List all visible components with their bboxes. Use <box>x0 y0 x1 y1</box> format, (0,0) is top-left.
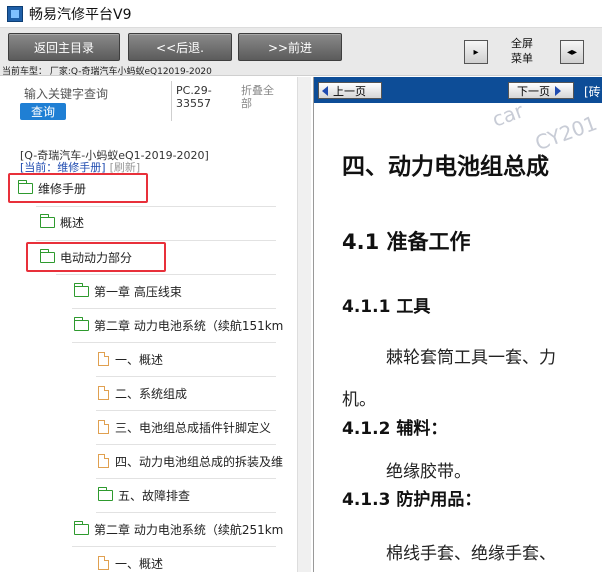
app-icon <box>7 5 23 22</box>
divider <box>96 444 276 445</box>
tree-item-label: 第二章 动力电池系统（续航151km <box>94 318 284 333</box>
arrow-right-icon <box>555 85 561 96</box>
tree-item-label: 五、故障排查 <box>118 488 191 503</box>
arrow-left-icon <box>322 85 328 96</box>
tree-item-label: 四、动力电池组总成的拆装及维 <box>115 454 284 469</box>
document-icon <box>98 352 109 366</box>
divider <box>56 274 276 275</box>
sub-heading-tools: 4.1.1 工具 <box>342 297 431 317</box>
tree-item-label: 一、概述 <box>115 556 164 571</box>
back-to-main-button[interactable]: 返回主目录 <box>8 33 120 61</box>
document-icon <box>98 556 109 570</box>
tree-item-label: 概述 <box>60 215 85 230</box>
divider <box>96 376 276 377</box>
current-car-model: 当前车型： 厂家:Q-奇瑞汽车小蚂蚁eQ12019-2020 <box>2 67 212 77</box>
paragraph: 棉线手套、绝缘手套、 <box>386 544 556 564</box>
toolbar: 返回主目录 <<后退. >>前进 ▸ 全屏 菜单 ◂▸ 当前车型： 厂家:Q-奇… <box>0 28 602 77</box>
window-title: 畅易汽修平台V9 <box>29 6 132 23</box>
paragraph: 机。 <box>342 390 376 410</box>
highlight-box <box>8 173 148 203</box>
folder-icon <box>40 213 55 228</box>
divider <box>96 478 276 479</box>
fold-all-button[interactable]: 折叠全部 <box>241 84 281 110</box>
folder-icon <box>74 520 89 535</box>
document-icon <box>98 420 109 434</box>
divider <box>72 546 276 547</box>
document-viewer: 上一页 下一页 [砖 car CY201 四、动力电池组总成 4.1 准备工作 … <box>313 77 602 572</box>
tree-item-doc-pin[interactable]: 三、电池组总成插件针脚定义 <box>98 416 271 438</box>
tree-item-label: 三、电池组总成插件针脚定义 <box>115 420 272 435</box>
left-panel: 输入关键字查询 查询 PC.29-33557 折叠全部 [Q-奇瑞汽车-小蚂蚁e… <box>0 77 296 572</box>
tree-item-chapter1[interactable]: 第一章 高压线束 <box>74 280 182 302</box>
tree-item-doc-overview[interactable]: 一、概述 <box>98 348 163 370</box>
divider <box>36 240 276 241</box>
highlight-box <box>26 242 166 272</box>
next-page-button[interactable]: 下一页 <box>508 82 574 99</box>
tree-item-doc-removal[interactable]: 四、动力电池组总成的拆装及维 <box>98 450 283 472</box>
query-button[interactable]: 查询 <box>20 103 66 120</box>
expand-split-icon[interactable]: ◂▸ <box>560 40 584 64</box>
document-icon <box>98 454 109 468</box>
divider <box>171 81 172 121</box>
collapse-panel-icon[interactable]: ▸ <box>464 40 488 64</box>
tree-item-doc-overview-2[interactable]: 一、概述 <box>98 552 163 572</box>
fullscreen-label-line1: 全屏 <box>511 37 533 50</box>
tree-item-label: 第二章 动力电池系统（续航251km <box>94 522 284 537</box>
divider <box>72 342 276 343</box>
history-forward-button[interactable]: >>前进 <box>238 33 342 61</box>
page-nav-bar: 上一页 下一页 [砖 <box>314 77 602 103</box>
title-bar: 畅易汽修平台V9 <box>0 0 602 28</box>
paragraph: 棘轮套筒工具一套、力 <box>386 348 556 368</box>
search-input[interactable]: 输入关键字查询 <box>24 85 108 102</box>
divider <box>72 308 276 309</box>
fullscreen-label-line2: 菜单 <box>511 52 533 65</box>
folder-icon <box>98 486 113 501</box>
sub-heading-materials: 4.1.2 辅料： <box>342 419 448 439</box>
tree-item-label: 第一章 高压线束 <box>94 284 182 299</box>
fullscreen-menu-label[interactable]: 全屏 菜单 <box>500 36 544 66</box>
subsection-heading: 4.1 准备工作 <box>342 230 471 254</box>
folder-icon <box>74 316 89 331</box>
tree-item-overview[interactable]: 概述 <box>40 211 84 233</box>
paragraph: 绝缘胶带。 <box>386 462 471 482</box>
next-page-label: 下一页 <box>517 84 550 98</box>
divider <box>36 206 276 207</box>
tree-item-chapter2-251[interactable]: 第二章 动力电池系统（续航251km <box>74 518 283 540</box>
history-back-button[interactable]: <<后退. <box>128 33 232 61</box>
section-heading: 四、动力电池组总成 <box>342 153 549 180</box>
pc-code: PC.29-33557 <box>176 84 212 110</box>
prev-page-button[interactable]: 上一页 <box>318 82 382 99</box>
left-scrollbar[interactable] <box>297 77 311 572</box>
search-area: 输入关键字查询 查询 PC.29-33557 折叠全部 <box>0 77 296 135</box>
sub-heading-protection: 4.1.3 防护用品： <box>342 490 482 510</box>
prev-page-label: 上一页 <box>333 84 366 98</box>
folder-icon <box>74 282 89 297</box>
tree-item-doc-system[interactable]: 二、系统组成 <box>98 382 187 404</box>
tree-item-chapter2-151[interactable]: 第二章 动力电池系统（续航151km <box>74 314 283 336</box>
tree-item-label: 一、概述 <box>115 352 164 367</box>
divider <box>96 410 276 411</box>
tree-item-label: 二、系统组成 <box>115 386 188 401</box>
watermark: car <box>488 98 527 132</box>
tree-item-troubleshooting[interactable]: 五、故障排查 <box>98 484 190 506</box>
nav-extra[interactable]: [砖 <box>584 83 601 100</box>
document-icon <box>98 386 109 400</box>
divider <box>96 512 276 513</box>
